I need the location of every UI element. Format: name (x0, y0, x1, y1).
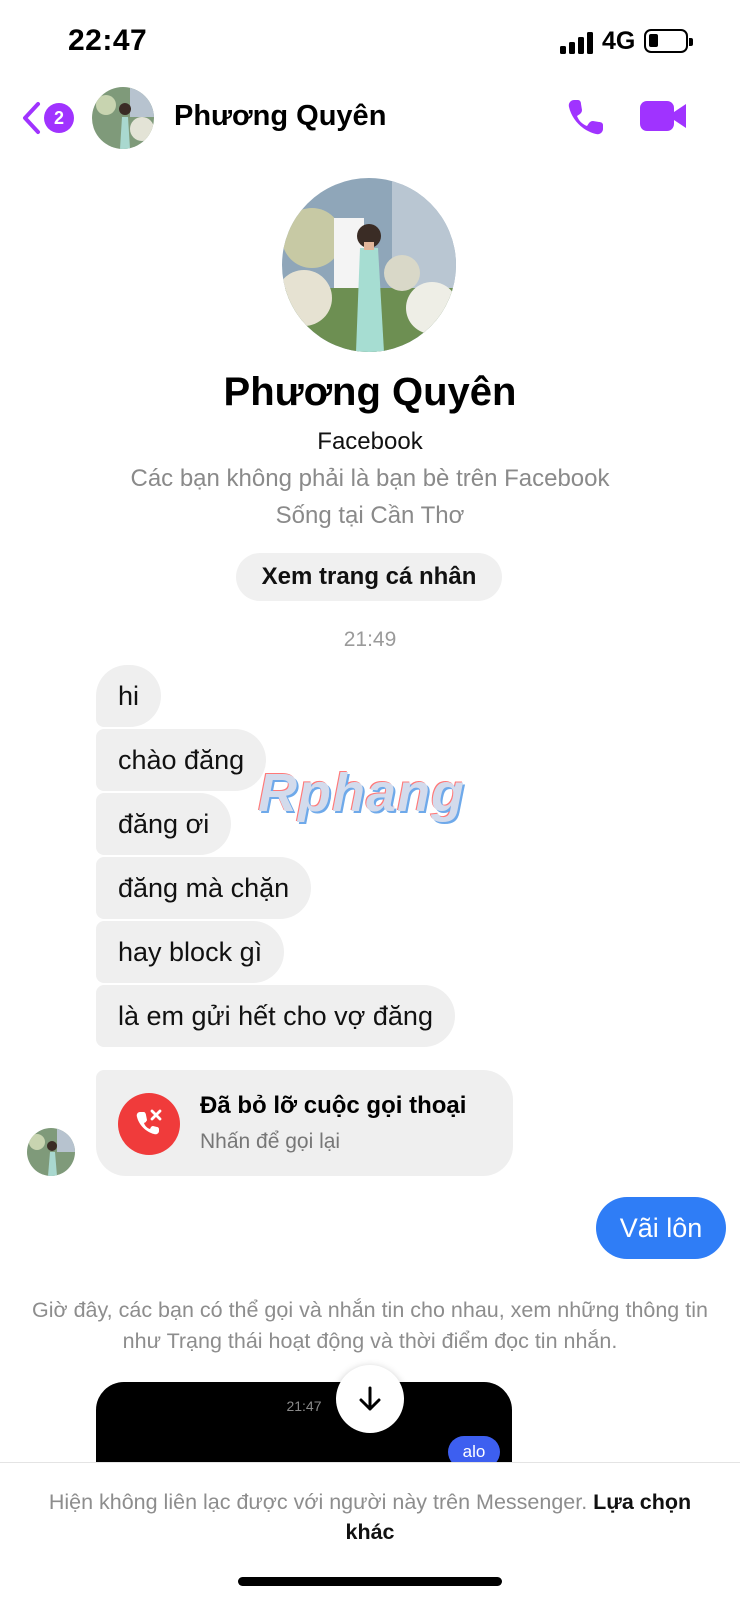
footer-message: Hiện không liên lạc được với người này t… (30, 1487, 710, 1547)
profile-location: Sống tại Cần Thơ (275, 502, 465, 529)
status-time: 22:47 (68, 24, 148, 57)
message-bubble[interactable]: đăng mà chặn (96, 857, 312, 919)
embedded-timestamp: 21:47 (286, 1398, 322, 1414)
message-bubble[interactable]: đăng ơi (96, 793, 232, 855)
message-bubble[interactable]: hi (96, 665, 162, 727)
battery-icon (644, 29, 693, 53)
footer-text: Hiện không liên lạc được với người này t… (48, 1490, 588, 1514)
profile-name: Phương Quyên (223, 370, 517, 414)
signal-icon (560, 30, 594, 54)
message-bubble[interactable]: chào đăng (96, 729, 267, 791)
back-button[interactable]: 2 (20, 96, 82, 140)
view-profile-button[interactable]: Xem trang cá nhân (236, 553, 502, 601)
status-bar: 22:47 4G (0, 0, 740, 82)
sender-avatar[interactable] (27, 1128, 75, 1176)
watermark-logo: Rphang (258, 763, 465, 823)
missed-call-card[interactable]: Đã bỏ lỡ cuộc gọi thoại Nhấn để gọi lại (96, 1070, 513, 1176)
profile-platform: Facebook (317, 428, 423, 455)
profile-photo[interactable] (282, 178, 456, 352)
unread-badge: 2 (44, 103, 74, 133)
phone-icon[interactable] (565, 96, 607, 138)
avatar[interactable] (92, 87, 154, 149)
missed-call-subtitle: Nhấn để gọi lại (200, 1130, 341, 1153)
scroll-down-button[interactable] (336, 1365, 404, 1433)
sent-message-bubble[interactable]: Vãi lôn (596, 1197, 726, 1259)
missed-call-title: Đã bỏ lỡ cuộc gọi thoại (200, 1092, 467, 1119)
arrow-down-icon (359, 1386, 381, 1411)
home-indicator[interactable] (238, 1577, 502, 1586)
message-timestamp: 21:49 (343, 628, 397, 651)
chat-header: 2 Phương Quyên (0, 82, 740, 178)
connection-info-text: Giờ đây, các bạn có thể gọi và nhắn tin … (32, 1298, 708, 1353)
message-bubble[interactable]: là em gửi hết cho vợ đăng (96, 985, 455, 1047)
video-camera-icon[interactable] (640, 98, 688, 134)
contact-name[interactable]: Phương Quyên (174, 100, 386, 133)
chevron-left-icon (23, 102, 40, 134)
message-bubble[interactable]: hay block gì (96, 921, 285, 983)
network-type: 4G (602, 27, 636, 55)
friend-status: Các bạn không phải là bạn bè trên Facebo… (130, 465, 610, 492)
missed-call-icon (118, 1093, 180, 1155)
